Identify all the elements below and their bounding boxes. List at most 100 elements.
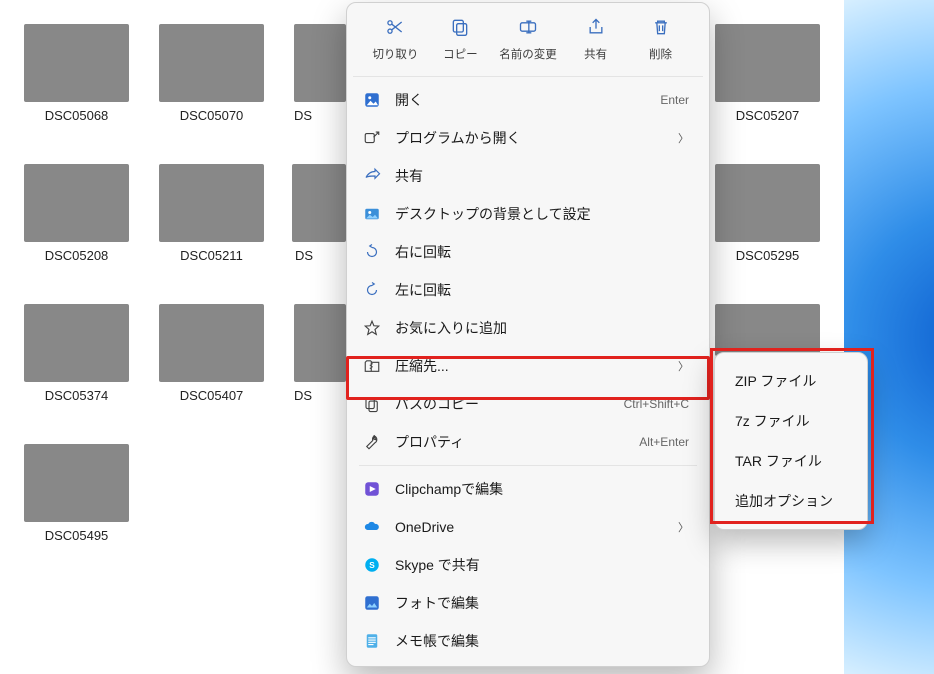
thumbnail-label: DSC05208	[24, 248, 129, 263]
thumbnail-image	[715, 24, 820, 102]
menu-rotate-left[interactable]: 左に回転	[353, 271, 703, 309]
thumbnail-label: DSC05495	[24, 528, 129, 543]
thumbnail[interactable]: DS	[294, 304, 346, 403]
thumbnail[interactable]: DSC05207	[715, 24, 820, 123]
skype-icon: S	[363, 556, 381, 574]
thumbnail-image	[294, 304, 346, 382]
cut-label: 切り取り	[372, 46, 418, 62]
menu-open-label: 開く	[395, 90, 646, 110]
context-menu: 切り取り コピー 名前の変更 共有 削除 開く Enter プログラムから開く …	[346, 2, 710, 667]
cut-button[interactable]: 切り取り	[367, 13, 423, 66]
notepad-icon	[363, 632, 381, 650]
thumbnail-image	[159, 164, 264, 242]
submenu-tar-label: TAR ファイル	[735, 451, 847, 471]
thumbnail[interactable]: DSC05211	[159, 164, 264, 263]
submenu-tar[interactable]: TAR ファイル	[721, 441, 861, 481]
thumbnail-label: DS	[294, 388, 346, 403]
menu-notepad[interactable]: メモ帳で編集	[353, 622, 703, 660]
thumbnail-image	[294, 24, 346, 102]
menu-open[interactable]: 開く Enter	[353, 81, 703, 119]
share-arrow-icon	[363, 167, 381, 185]
menu-skype[interactable]: S Skype で共有	[353, 546, 703, 584]
thumbnail[interactable]: DSC05208	[24, 164, 129, 263]
thumbnail-label: DSC05068	[24, 108, 129, 123]
thumbnail-label: DS	[289, 248, 349, 263]
share-label: 共有	[584, 46, 607, 62]
share-icon	[586, 17, 606, 40]
menu-rotate-right[interactable]: 右に回転	[353, 233, 703, 271]
menu-rotate-right-label: 右に回転	[395, 242, 689, 262]
folder-zip-icon	[363, 357, 381, 375]
desktop-wallpaper-edge	[844, 0, 934, 674]
menu-separator	[359, 465, 697, 466]
menu-photos[interactable]: フォトで編集	[353, 584, 703, 622]
rename-button[interactable]: 名前の変更	[497, 13, 559, 66]
copy-button[interactable]: コピー	[432, 13, 488, 66]
compress-submenu: ZIP ファイル 7z ファイル TAR ファイル 追加オプション	[714, 352, 868, 530]
menu-clipchamp[interactable]: Clipchampで編集	[353, 470, 703, 508]
menu-copy-path[interactable]: パスのコピー Ctrl+Shift+C	[353, 385, 703, 423]
menu-wallpaper-label: デスクトップの背景として設定	[395, 204, 689, 224]
menu-open-with[interactable]: プログラムから開く 〉	[353, 119, 703, 157]
menu-skype-label: Skype で共有	[395, 555, 689, 575]
picture-icon	[363, 205, 381, 223]
menu-photos-label: フォトで編集	[395, 593, 689, 613]
context-menu-topbar: 切り取り コピー 名前の変更 共有 削除	[353, 9, 703, 77]
svg-text:S: S	[369, 561, 375, 570]
thumbnail-image	[24, 24, 129, 102]
thumbnail[interactable]: DSC05374	[24, 304, 129, 403]
thumbnail-image	[159, 304, 264, 382]
menu-onedrive-label: OneDrive	[395, 519, 664, 535]
menu-onedrive[interactable]: OneDrive 〉	[353, 508, 703, 546]
open-with-icon	[363, 129, 381, 147]
menu-share-label: 共有	[395, 166, 689, 186]
menu-properties[interactable]: プロパティ Alt+Enter	[353, 423, 703, 461]
scissors-icon	[385, 17, 405, 40]
thumbnail-image	[715, 164, 820, 242]
thumbnail-image	[159, 24, 264, 102]
thumbnail[interactable]: DS	[294, 24, 346, 123]
menu-compress-label: 圧縮先...	[395, 356, 664, 376]
menu-open-with-label: プログラムから開く	[395, 128, 664, 148]
thumbnail-image	[24, 164, 129, 242]
menu-add-favorite[interactable]: お気に入りに追加	[353, 309, 703, 347]
thumbnail-selected[interactable]: DS	[289, 155, 349, 275]
menu-notepad-label: メモ帳で編集	[395, 631, 689, 651]
image-app-icon	[363, 91, 381, 109]
submenu-zip-label: ZIP ファイル	[735, 371, 847, 391]
submenu-7z-label: 7z ファイル	[735, 411, 847, 431]
thumbnail[interactable]: DSC05407	[159, 304, 264, 403]
menu-clipchamp-label: Clipchampで編集	[395, 479, 689, 499]
menu-set-wallpaper[interactable]: デスクトップの背景として設定	[353, 195, 703, 233]
rename-label: 名前の変更	[499, 46, 557, 62]
submenu-7z[interactable]: 7z ファイル	[721, 401, 861, 441]
copy-label: コピー	[443, 46, 478, 62]
share-button[interactable]: 共有	[568, 13, 624, 66]
thumbnail[interactable]: DSC05068	[24, 24, 129, 123]
thumbnail[interactable]	[715, 304, 820, 356]
menu-share[interactable]: 共有	[353, 157, 703, 195]
wrench-icon	[363, 433, 381, 451]
trash-icon	[651, 17, 671, 40]
thumbnail[interactable]: DSC05295	[715, 164, 820, 263]
thumbnail[interactable]: DSC05070	[159, 24, 264, 123]
menu-open-hint: Enter	[660, 93, 689, 107]
menu-compress[interactable]: 圧縮先... 〉	[353, 347, 703, 385]
onedrive-icon	[363, 518, 381, 536]
delete-button[interactable]: 削除	[633, 13, 689, 66]
thumbnail-label: DSC05070	[159, 108, 264, 123]
thumbnail-image	[24, 444, 129, 522]
copy-path-icon	[363, 395, 381, 413]
submenu-more-options[interactable]: 追加オプション	[721, 481, 861, 521]
rotate-right-icon	[363, 243, 381, 261]
thumbnail[interactable]: DSC05495	[24, 444, 129, 543]
menu-copy-path-hint: Ctrl+Shift+C	[624, 397, 689, 411]
submenu-more-label: 追加オプション	[735, 491, 847, 511]
menu-properties-hint: Alt+Enter	[639, 435, 689, 449]
thumbnail-image	[292, 164, 346, 242]
submenu-zip[interactable]: ZIP ファイル	[721, 361, 861, 401]
rename-icon	[518, 17, 538, 40]
thumbnail-label: DSC05207	[715, 108, 820, 123]
thumbnail-label: DSC05295	[715, 248, 820, 263]
chevron-right-icon: 〉	[678, 358, 689, 374]
